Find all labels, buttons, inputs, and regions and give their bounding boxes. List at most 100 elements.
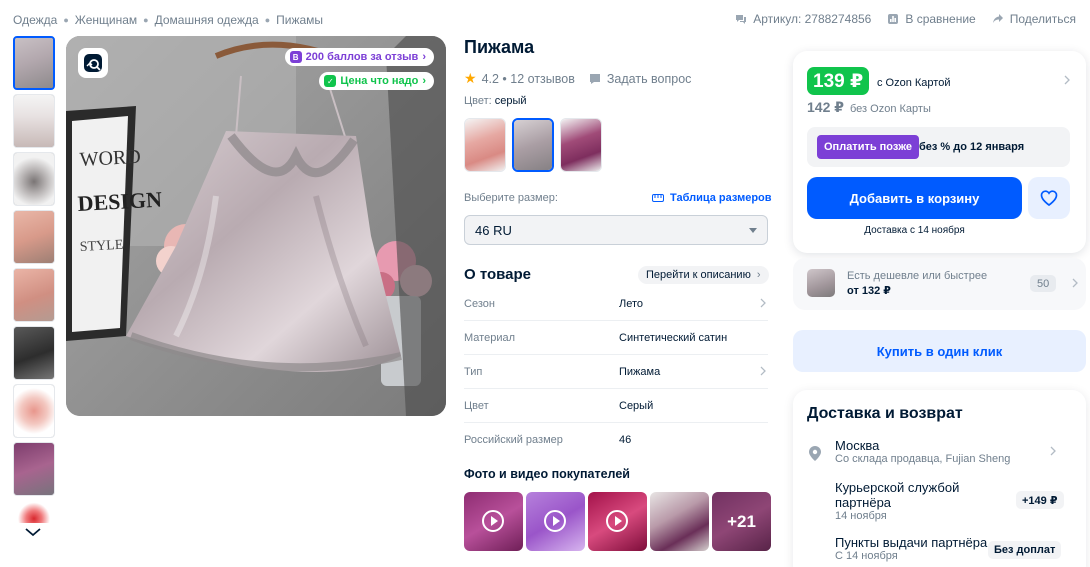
delivery-courier-date: 14 ноября [835,510,887,522]
ask-question-button[interactable]: Задать вопрос [589,72,691,86]
image-search-icon [84,54,102,72]
page-title: Пижама [464,37,535,57]
customer-video[interactable] [526,492,585,551]
property-value: Синтетический сатин [619,331,728,344]
goto-description-button[interactable]: Перейти к описанию › [638,266,769,284]
customer-photos-title: Фото и видео покупателей [464,467,630,481]
cheaper-offers[interactable]: Есть дешевле или быстрее от 132 ₽ 50 [793,258,1086,310]
compare-button[interactable]: В сравнение [887,12,976,26]
breadcrumb-separator: ● [143,15,149,25]
cheaper-price: от 132 ₽ [847,285,891,297]
delivery-pickup-date: С 14 ноября [835,550,898,562]
play-icon [606,510,628,532]
color-option-purple[interactable] [560,118,602,172]
review-bonus-label: 200 баллов за отзыв [305,51,419,63]
thumbs-up-icon: ✓ [324,75,337,87]
breadcrumb-item[interactable]: Пижамы [276,13,323,27]
thumbnail-4[interactable] [13,210,55,264]
color-value: серый [494,95,527,107]
delivery-card: Доставка и возврат Москва Со склада прод… [793,390,1086,567]
delivery-courier-price: +149 ₽ [1016,491,1064,509]
reviews-link[interactable]: 12 отзывов [510,72,575,86]
property-row: Российский размер 46 [464,423,768,457]
property-value: Серый [619,399,654,412]
customer-photos-more[interactable]: +21 [712,492,771,551]
color-label: Цвет: [464,95,492,107]
article-label: Артикул: 2788274856 [753,12,872,26]
offers-count-badge: 50 [1030,275,1057,292]
pay-later-button[interactable]: Оплатить позже [817,135,919,159]
add-to-cart-button[interactable]: Добавить в корзину [807,177,1022,219]
heart-icon [1040,190,1058,206]
buy-card: 139 ₽ с Ozon Картой 142 ₽ без Ozon Карты… [793,51,1086,253]
offer-thumbnail [807,269,835,297]
thumbnail-9[interactable] [13,500,55,524]
thumbnail-5[interactable] [13,268,55,322]
thumbnail-6[interactable] [13,326,55,380]
chevron-right-icon[interactable] [1064,75,1070,85]
size-table-link[interactable]: Таблица размеров [652,192,772,204]
property-value[interactable]: Лето [619,298,643,310]
chevron-right-icon[interactable] [1050,446,1056,456]
thumbnail-1[interactable] [13,36,55,90]
more-count: +21 [712,492,771,551]
product-properties: Сезон Лето Материал Синтетический сатин … [464,287,768,457]
property-row: Цвет Серый [464,389,768,423]
share-label: Поделиться [1009,12,1076,26]
card-price[interactable]: 139 ₽ [807,67,870,95]
svg-text:DESIGN: DESIGN [77,187,163,216]
chevron-right-icon: › [756,269,761,281]
delivery-date: Доставка с 14 ноября [864,225,965,236]
top-bar: Одежда ● Женщинам ● Домашняя одежда ● Пи… [0,0,1090,40]
play-icon [482,510,504,532]
breadcrumb-item[interactable]: Домашняя одежда [155,13,259,27]
caret-down-icon [749,227,757,233]
property-row: Сезон Лето [464,287,768,321]
about-title: О товаре [464,266,532,283]
good-price-pill[interactable]: ✓ Цена что надо › [319,72,434,90]
thumbnail-7[interactable] [13,384,55,438]
visual-search-button[interactable] [78,48,108,78]
article-number[interactable]: Артикул: 2788274856 [735,12,871,26]
main-product-image[interactable]: WORD DESIGN STYLE B 200 баллов за отзыв … [66,36,446,416]
chevron-down-icon [25,528,41,537]
size-selected-value: 46 RU [475,222,512,238]
thumbnail-3[interactable] [13,152,55,206]
size-table-label: Таблица размеров [670,192,772,204]
favorite-button[interactable] [1028,177,1070,219]
property-row: Материал Синтетический сатин [464,321,768,355]
delivery-city[interactable]: Москва [835,438,879,453]
customer-video[interactable] [588,492,647,551]
cheaper-text: Есть дешевле или быстрее [847,270,988,282]
color-option-pink[interactable] [464,118,506,172]
buy-one-click-button[interactable]: Купить в один клик [793,330,1086,372]
review-bonus-pill[interactable]: B 200 баллов за отзыв › [284,48,434,66]
question-icon [589,73,600,84]
customer-video[interactable] [464,492,523,551]
share-icon [992,14,1003,23]
rating-separator: • [498,71,511,86]
breadcrumb-item[interactable]: Женщинам [75,13,137,27]
compare-label: В сравнение [905,12,976,26]
breadcrumb-item[interactable]: Одежда [13,13,57,27]
chat-icon [736,15,747,24]
play-icon [544,510,566,532]
chevron-right-icon [760,298,766,308]
pay-later-text: без % до 12 января [919,141,1025,153]
size-select[interactable]: 46 RU [464,215,768,245]
thumbnail-2[interactable] [13,94,55,148]
property-key: Материал [464,331,515,344]
share-button[interactable]: Поделиться [992,12,1076,26]
thumbnail-list [13,36,55,528]
thumbnail-8[interactable] [13,442,55,496]
rating-value[interactable]: 4.2 [482,72,499,86]
thumbnails-scroll-down[interactable] [13,527,53,541]
color-option-gray[interactable] [512,118,554,172]
delivery-title: Доставка и возврат [807,405,963,422]
customer-photo[interactable] [650,492,709,551]
top-actions: Артикул: 2788274856 В сравнение Поделить… [735,12,1076,26]
color-row: Цвет: серый [464,95,527,107]
compare-icon [888,14,899,24]
rating-row: ★ 4.2 • 12 отзывов Задать вопрос [464,70,691,87]
property-value[interactable]: Пижама [619,366,660,378]
